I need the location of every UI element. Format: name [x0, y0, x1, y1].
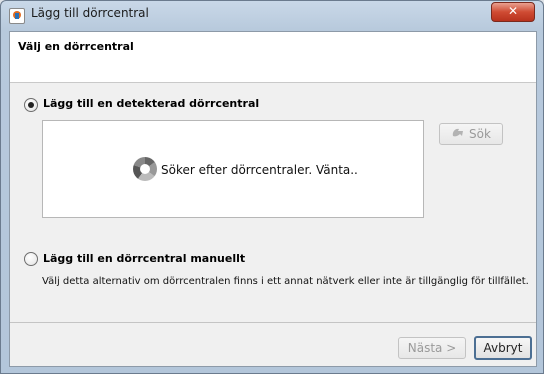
- search-status-text: Söker efter dörrcentraler. Vänta..: [161, 163, 358, 177]
- detected-option-radio[interactable]: [24, 98, 38, 112]
- next-button[interactable]: Nästa >: [398, 337, 466, 359]
- window-title: Lägg till dörrcentral: [31, 6, 149, 20]
- dialog-window: Lägg till dörrcentral ✕ Välj en dörrcent…: [0, 0, 544, 374]
- search-results-panel: Söker efter dörrcentraler. Vänta..: [42, 120, 424, 218]
- header-title: Välj en dörrcentral: [18, 40, 134, 53]
- cancel-button[interactable]: Avbryt: [474, 336, 532, 360]
- search-button[interactable]: Sök: [439, 123, 503, 145]
- app-icon: [9, 8, 25, 24]
- dialog-content: Välj en dörrcentral Lägg till en detekte…: [9, 31, 537, 367]
- loading-spinner-icon: [133, 157, 157, 181]
- close-button[interactable]: ✕: [491, 2, 535, 22]
- wizard-header: Välj en dörrcentral: [10, 32, 536, 83]
- manual-option-radio[interactable]: [24, 252, 38, 266]
- manual-option-label[interactable]: Lägg till en dörrcentral manuellt: [43, 252, 245, 265]
- search-icon: [452, 128, 464, 137]
- detected-option-label[interactable]: Lägg till en detekterad dörrcentral: [43, 97, 259, 110]
- footer-divider: [10, 322, 536, 323]
- title-bar[interactable]: Lägg till dörrcentral ✕: [1, 1, 543, 29]
- manual-option-description: Välj detta alternativ om dörrcentralen f…: [42, 276, 529, 287]
- search-button-label: Sök: [469, 127, 491, 141]
